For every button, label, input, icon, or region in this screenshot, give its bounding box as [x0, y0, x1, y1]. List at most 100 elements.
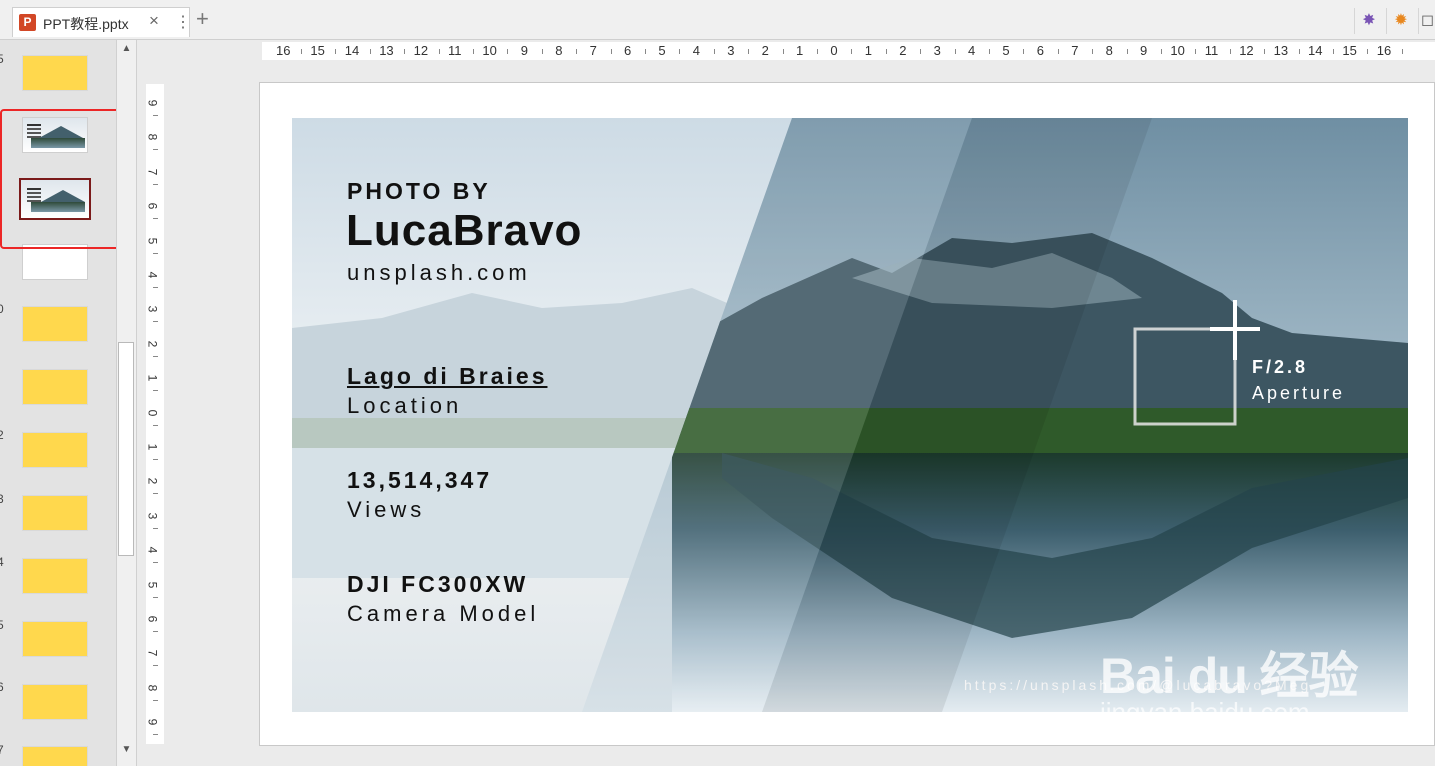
ruler-label: 2	[761, 43, 769, 58]
ruler-label: 10	[1170, 43, 1185, 58]
ruler-tick	[1229, 49, 1231, 54]
ruler-label: 14	[1308, 43, 1323, 58]
tab-more-icon[interactable]: ⋮	[175, 12, 191, 32]
slide-thumbnail[interactable]	[22, 369, 88, 405]
vertical-ruler: 9 8 7 6 5 4 3 2 1 0 1 2 3 4 5 6 7 8 9	[146, 84, 164, 744]
photo-site: unsplash.com	[347, 260, 531, 285]
ruler-tick	[153, 149, 158, 151]
ruler-label: 8	[1105, 43, 1113, 58]
ruler-label: 11	[1204, 43, 1219, 58]
slide-thumbnail[interactable]	[22, 306, 88, 342]
ruler-label: 5	[146, 237, 160, 244]
ruler-tick	[404, 49, 406, 54]
ruler-tick	[1126, 49, 1128, 54]
slide-number: 7	[0, 743, 4, 757]
highlight-annotation-box	[0, 109, 130, 249]
ruler-label: 2	[146, 478, 160, 485]
ruler-label: 7	[1071, 43, 1079, 58]
document-tab[interactable]: P PPT教程.pptx × ⋮	[12, 7, 191, 37]
ruler-tick	[1161, 49, 1162, 54]
slide-thumbnail[interactable]	[22, 621, 88, 657]
slide-thumbnail[interactable]	[22, 495, 88, 531]
ruler-label: 4	[968, 43, 976, 58]
ruler-tick	[153, 562, 158, 564]
ruler-label: 2	[146, 340, 160, 348]
ruler-label: 6	[146, 615, 160, 623]
thumbnail-scrollbar[interactable]: ▲ ▼	[116, 40, 137, 766]
scrollbar-thumb[interactable]	[118, 342, 134, 556]
ruler-tick	[1195, 49, 1197, 54]
ruler-tick	[1367, 49, 1369, 54]
ruler-tick	[610, 49, 612, 54]
ruler-label: 12	[413, 43, 429, 58]
ruler-label: 14	[344, 43, 360, 58]
new-tab-button[interactable]: +	[196, 8, 209, 30]
ruler-label: 9	[146, 99, 160, 107]
views-label: Views	[347, 497, 426, 522]
ruler-label: 1	[146, 374, 160, 382]
ruler-tick	[645, 49, 646, 54]
camera-label: Camera Model	[347, 601, 540, 626]
ruler-tick	[153, 321, 158, 323]
ruler-tick	[153, 631, 158, 632]
ruler-tick	[153, 355, 158, 357]
photo-by-label: PHOTO BY	[347, 178, 491, 204]
ruler-tick	[1333, 49, 1334, 54]
ruler-tick	[369, 49, 371, 54]
ruler-tick	[335, 49, 337, 54]
ruler-label: 8	[555, 43, 563, 58]
location-value: Lago di Braies	[347, 363, 548, 389]
ruler-label: 5	[658, 43, 666, 58]
ruler-tick	[679, 49, 681, 54]
window-icon[interactable]: ◻	[1418, 8, 1435, 34]
ruler-label: 16	[1376, 43, 1392, 58]
ruler-tick	[989, 49, 990, 54]
ruler-label: 12	[1239, 43, 1254, 58]
slide-thumbnail[interactable]	[22, 558, 88, 594]
ruler-tick	[153, 183, 158, 185]
ruler-tick	[1057, 49, 1059, 54]
ruler-label: 8	[146, 134, 160, 141]
ruler-label: 4	[146, 546, 160, 554]
aperture-value: F/2.8	[1252, 357, 1309, 377]
ruler-tick	[153, 287, 158, 288]
scroll-down-icon[interactable]: ▼	[119, 744, 134, 759]
slide-number: 5	[0, 618, 4, 632]
ruler-label: 3	[727, 43, 735, 58]
ruler-label: 15	[310, 43, 325, 58]
ruler-label: 7	[146, 168, 160, 176]
views-value: 13,514,347	[347, 467, 493, 493]
ruler-label: 5	[146, 581, 160, 588]
slide-thumbnail[interactable]	[22, 746, 88, 766]
ruler-tick	[153, 459, 158, 460]
close-tab-icon[interactable]: ×	[149, 11, 159, 31]
ruler-tick	[748, 49, 750, 54]
ruler-label: 4	[692, 43, 701, 58]
baidu-watermark-url: jingyan.baidu.com	[1100, 697, 1310, 727]
slide-thumbnail[interactable]	[22, 244, 88, 280]
ruler-tick	[885, 49, 887, 54]
location-label: Location	[347, 393, 463, 418]
slide-thumbnail[interactable]	[22, 432, 88, 468]
ruler-tick	[153, 252, 158, 254]
ruler-tick	[507, 49, 509, 54]
ruler-label: 7	[146, 650, 160, 657]
slide-thumbnail[interactable]	[22, 55, 88, 91]
ruler-label: 6	[146, 202, 160, 210]
slide-number: 0	[0, 302, 4, 316]
ruler-label: 0	[830, 43, 838, 58]
ruler-label: 10	[482, 43, 497, 58]
scroll-up-icon[interactable]: ▲	[119, 43, 134, 58]
ruler-tick	[153, 218, 158, 220]
slide-thumbnail[interactable]	[22, 684, 88, 720]
ruler-label: 16	[276, 43, 291, 58]
ruler-label: 3	[146, 306, 160, 313]
ruler-tick	[1298, 49, 1300, 54]
settings-icon[interactable]: ✹	[1386, 8, 1415, 34]
ruler-tick	[920, 49, 922, 54]
slide-number: 6	[0, 680, 4, 694]
ruler-tick	[817, 49, 818, 54]
wand-icon[interactable]: ✸	[1354, 8, 1383, 34]
ruler-tick	[301, 49, 302, 54]
ruler-tick	[954, 49, 956, 54]
